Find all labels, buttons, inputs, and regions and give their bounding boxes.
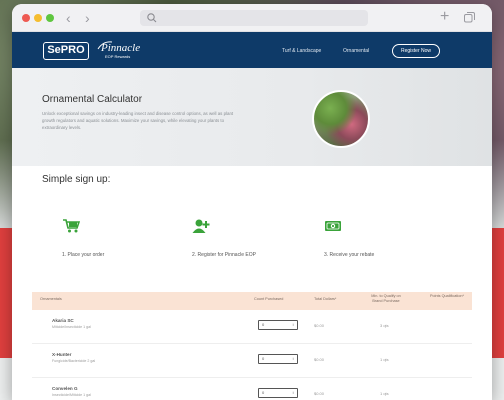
pinnacle-logo-subtext: EOP Rewards bbox=[105, 54, 131, 59]
tabs-overview-icon[interactable] bbox=[464, 12, 475, 23]
product-subtitle: Fungicide/Bactericide 2 gal bbox=[52, 359, 96, 363]
add-user-icon bbox=[192, 219, 210, 233]
step-label: 3. Receive your rebate bbox=[324, 252, 375, 258]
chevron-updown-icon: ↕ bbox=[292, 356, 294, 361]
min-qty: 3 qts bbox=[380, 323, 389, 328]
column-header-points: Points Qualification* bbox=[430, 294, 464, 298]
step-place-order: 1. Place your order bbox=[42, 218, 152, 268]
step-register: 2. Register for Pinnacle EOP bbox=[172, 218, 282, 268]
back-icon[interactable]: ‹ bbox=[66, 10, 71, 26]
table-row: Convelen G Insecticide/Miticide 1 gal 0 … bbox=[32, 378, 472, 400]
chevron-updown-icon: ↕ bbox=[292, 322, 294, 327]
pinnacle-logo-text: Pinnacle bbox=[101, 42, 141, 54]
step-rebate: 3. Receive your rebate bbox=[304, 218, 414, 268]
pinnacle-logo[interactable]: Pinnacle EOP Rewards bbox=[97, 40, 147, 62]
column-header-min-qty: Min. to Qualify on Brand Purchase bbox=[371, 294, 401, 303]
product-subtitle: Insecticide/Miticide 1 gal bbox=[52, 393, 91, 397]
count-select-value: 0 bbox=[262, 322, 265, 327]
table-row: Akaria SC Miticide/Insecticide 1 gal 0 ↕… bbox=[32, 310, 472, 344]
signup-heading: Simple sign up: bbox=[42, 174, 111, 185]
sepro-logo[interactable]: SePRO bbox=[43, 42, 89, 60]
cart-icon bbox=[63, 219, 80, 233]
new-tab-icon[interactable]: + bbox=[440, 8, 449, 26]
min-qty: 1 qts bbox=[380, 391, 389, 396]
count-select-value: 0 bbox=[262, 356, 265, 361]
money-icon bbox=[325, 221, 341, 231]
register-now-button[interactable]: Register Now bbox=[392, 44, 440, 58]
count-select-value: 0 bbox=[262, 390, 265, 395]
browser-chrome: ‹ › + bbox=[12, 4, 492, 32]
product-name: Akaria SC bbox=[52, 318, 74, 323]
total-dollars: $0.00 bbox=[314, 323, 325, 328]
hero-banner: Ornamental Calculator Unlock exceptional… bbox=[12, 68, 492, 166]
page-title: Ornamental Calculator bbox=[42, 94, 143, 105]
step-label: 2. Register for Pinnacle EOP bbox=[192, 252, 256, 258]
search-icon bbox=[147, 13, 157, 23]
count-select[interactable]: 0 ↕ bbox=[258, 320, 298, 330]
forward-icon[interactable]: › bbox=[85, 10, 90, 26]
product-name: X-Hunter bbox=[52, 352, 72, 357]
total-dollars: $0.00 bbox=[314, 391, 325, 396]
site-header: SePRO Pinnacle EOP Rewards Turf & Landsc… bbox=[12, 32, 492, 68]
minimize-window-button[interactable] bbox=[34, 14, 42, 22]
column-header-product: Ornamentals bbox=[40, 297, 62, 301]
step-label: 1. Place your order bbox=[62, 252, 105, 258]
address-bar[interactable] bbox=[140, 10, 368, 26]
count-select[interactable]: 0 ↕ bbox=[258, 388, 298, 398]
greenhouse-photo bbox=[312, 90, 370, 148]
count-select[interactable]: 0 ↕ bbox=[258, 354, 298, 364]
product-name: Convelen G bbox=[52, 386, 78, 391]
maximize-window-button[interactable] bbox=[46, 14, 54, 22]
chevron-updown-icon: ↕ bbox=[292, 390, 294, 395]
hero-description: Unlock exceptional savings on industry-l… bbox=[42, 111, 234, 130]
table-header: Ornamentals Count Purchased Total Dollar… bbox=[32, 292, 472, 310]
product-subtitle: Miticide/Insecticide 1 gal bbox=[52, 325, 91, 329]
nav-ornamental[interactable]: Ornamental bbox=[343, 48, 369, 54]
table-row: X-Hunter Fungicide/Bactericide 2 gal 0 ↕… bbox=[32, 344, 472, 378]
total-dollars: $0.00 bbox=[314, 357, 325, 362]
column-header-count: Count Purchased bbox=[254, 297, 284, 301]
close-window-button[interactable] bbox=[22, 14, 30, 22]
column-header-dollars: Total Dollars* bbox=[314, 297, 337, 301]
min-qty: 1 qts bbox=[380, 357, 389, 362]
nav-turf-landscape[interactable]: Turf & Landscape bbox=[282, 48, 321, 54]
browser-window: ‹ › + SePRO Pinnacle EOP Rewards Turf & … bbox=[12, 4, 492, 400]
